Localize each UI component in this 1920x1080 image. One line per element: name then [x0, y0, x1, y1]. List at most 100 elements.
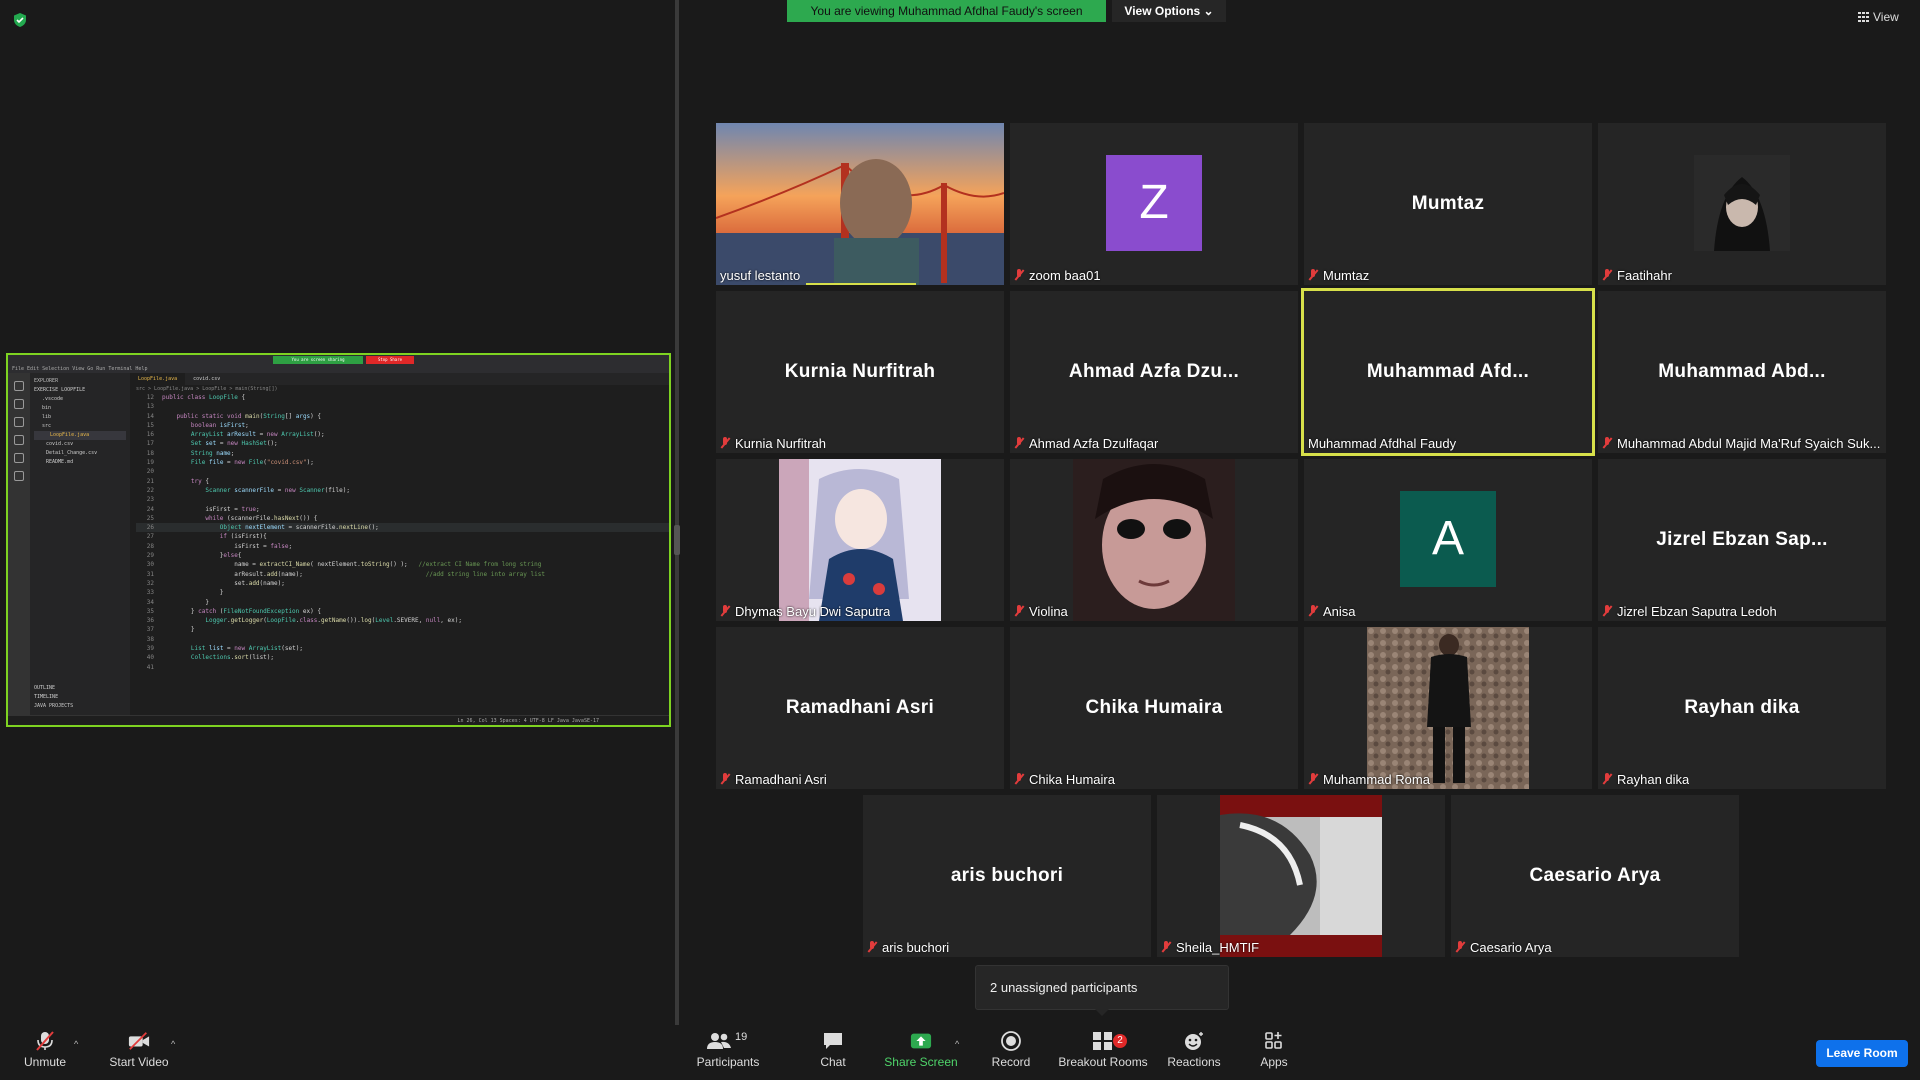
video-tile-zoom-baa01[interactable]: Z zoom baa01	[1010, 123, 1298, 285]
participant-display-name: Muhammad Afd...	[1366, 361, 1530, 382]
video-tile-ramadhani[interactable]: Ramadhani Asri Ramadhani Asri	[716, 627, 1004, 789]
participant-name: yusuf lestanto	[720, 268, 801, 283]
reactions-button[interactable]: Reactions	[1164, 1031, 1224, 1069]
share-screen-button[interactable]: Share Screen	[882, 1031, 960, 1069]
video-tile-kurnia[interactable]: Kurnia Nurfitrah Kurnia Nurfitrah	[716, 291, 1004, 453]
participant-display-name: Chika Humaira	[1085, 697, 1223, 718]
vscode-menubar: File Edit Selection View Go Run Terminal…	[8, 365, 669, 373]
participant-name: Dhymas Bayu Dwi Saputra	[735, 604, 891, 619]
participants-button[interactable]: 19 Participants	[694, 1031, 762, 1069]
participant-display-name: Ahmad Azfa Dzu...	[1068, 361, 1240, 382]
chat-icon	[824, 1033, 842, 1049]
participant-name: Ahmad Azfa Dzulfaqar	[1029, 436, 1159, 451]
view-button[interactable]: View	[1858, 10, 1899, 24]
video-tile-sheila[interactable]: Sheila_HMTIF	[1157, 795, 1445, 957]
video-tile-aris[interactable]: aris buchori aris buchori	[863, 795, 1151, 957]
muted-mic-icon	[1602, 773, 1612, 786]
participant-name: Chika Humaira	[1029, 772, 1115, 787]
participant-name: Rayhan dika	[1617, 772, 1690, 787]
shared-screen-content[interactable]: You are screen sharing Stop Share File E…	[6, 353, 671, 727]
unassigned-participants-tooltip: 2 unassigned participants	[975, 965, 1229, 1016]
participant-name: Muhammad Abdul Majid Ma'Ruf Syaich Suk..…	[1617, 436, 1881, 451]
leave-room-button[interactable]: Leave Room	[1816, 1040, 1908, 1067]
muted-mic-icon	[1602, 437, 1612, 450]
vscode-explorer: EXPLORER EXERCISE LOOPFILE .vscode bin l…	[30, 373, 130, 715]
shield-icon	[14, 13, 26, 27]
participant-name: Muhammad Afdhal Faudy	[1308, 436, 1457, 451]
vscode-code: 12 public class LoopFile { 13 14 public s…	[130, 393, 669, 672]
avatar	[1367, 627, 1529, 789]
participant-name: Sheila_HMTIF	[1176, 940, 1260, 955]
muted-mic-icon	[1014, 605, 1024, 618]
video-tile-mumtaz[interactable]: Mumtaz Mumtaz	[1304, 123, 1592, 285]
muted-mic-icon	[1161, 941, 1171, 954]
video-tile-jizrel[interactable]: Jizrel Ebzan Sap... Jizrel Ebzan Saputra…	[1598, 459, 1886, 621]
participant-name: Anisa	[1323, 604, 1356, 619]
muted-mic-icon	[1308, 269, 1318, 282]
video-tile-chika[interactable]: Chika Humaira Chika Humaira	[1010, 627, 1298, 789]
muted-mic-icon	[36, 1031, 54, 1051]
muted-mic-icon	[1602, 605, 1612, 618]
video-tile-ahmad[interactable]: Ahmad Azfa Dzu... Ahmad Azfa Dzulfaqar	[1010, 291, 1298, 453]
avatar	[1694, 155, 1790, 251]
avatar	[779, 459, 941, 621]
start-video-button[interactable]: Start Video	[104, 1031, 174, 1069]
participant-name: Muhammad Roma	[1323, 772, 1430, 787]
participant-display-name: aris buchori	[950, 865, 1064, 886]
screen-sharing-indicator: You are screen sharing	[273, 356, 363, 364]
video-options-chevron-icon[interactable]: ^	[171, 1039, 175, 1049]
participant-name: Faatihahr	[1617, 268, 1672, 283]
participant-display-name: Mumtaz	[1411, 193, 1485, 214]
audio-options-chevron-icon[interactable]: ^	[74, 1039, 78, 1049]
participant-name: Mumtaz	[1323, 268, 1370, 283]
pane-divider[interactable]	[675, 0, 679, 1025]
breakout-rooms-button[interactable]: Breakout Rooms	[1058, 1031, 1148, 1069]
muted-mic-icon	[1014, 437, 1024, 450]
zoom-meeting-window: You are screen sharing Stop Share File E…	[0, 0, 1920, 1080]
muted-mic-icon	[720, 605, 730, 618]
participant-name: Caesario Arya	[1470, 940, 1552, 955]
meeting-toolbar: Unmute ^ Start Video ^ 19 Participants C…	[0, 1025, 1920, 1080]
muted-mic-icon	[1455, 941, 1465, 954]
participants-count: 19	[735, 1031, 748, 1043]
video-tile-caesario[interactable]: Caesario Arya Caesario Arya	[1451, 795, 1739, 957]
chat-button[interactable]: Chat	[808, 1031, 858, 1069]
grid-icon	[1858, 12, 1869, 22]
vscode-editor: LoopFile.java covid.csv src > LoopFile.ja…	[130, 373, 669, 715]
muted-mic-icon	[1308, 605, 1318, 618]
record-button[interactable]: Record	[986, 1031, 1036, 1069]
video-tile-afdhal-active-speaker[interactable]: Muhammad Afd... Muhammad Afdhal Faudy	[1301, 288, 1595, 456]
muted-mic-icon	[867, 941, 877, 954]
video-tile-abdul[interactable]: Muhammad Abd... Muhammad Abdul Majid Ma'…	[1598, 291, 1886, 453]
breakout-rooms-badge: 2	[1113, 1034, 1127, 1048]
video-tile-yusuf[interactable]: yusuf lestanto	[716, 123, 1004, 285]
muted-mic-icon	[1014, 269, 1024, 282]
view-options-button[interactable]: View Options ⌄	[1112, 0, 1226, 22]
muted-mic-icon	[1308, 773, 1318, 786]
participant-display-name: Kurnia Nurfitrah	[784, 361, 936, 382]
unmute-button[interactable]: Unmute	[18, 1031, 72, 1069]
participants-icon	[707, 1033, 731, 1049]
muted-mic-icon	[1602, 269, 1612, 282]
vscode-titlebar: You are screen sharing Stop Share	[8, 355, 669, 365]
participant-name: Violina	[1029, 604, 1068, 619]
yusuf-video-feed	[716, 123, 1004, 285]
video-tile-roma[interactable]: Muhammad Roma	[1304, 627, 1592, 789]
participant-name: zoom baa01	[1029, 268, 1101, 283]
video-tile-rayhan[interactable]: Rayhan dika Rayhan dika	[1598, 627, 1886, 789]
participant-name: Kurnia Nurfitrah	[735, 436, 827, 451]
video-tile-dhymas[interactable]: Dhymas Bayu Dwi Saputra	[716, 459, 1004, 621]
avatar	[1220, 795, 1382, 957]
muted-mic-icon	[720, 437, 730, 450]
video-tile-anisa[interactable]: A Anisa	[1304, 459, 1592, 621]
participant-name: Ramadhani Asri	[735, 772, 827, 787]
apps-button[interactable]: Apps	[1254, 1031, 1294, 1069]
share-options-chevron-icon[interactable]: ^	[955, 1039, 959, 1049]
video-tile-faatihahr[interactable]: Faatihahr	[1598, 123, 1886, 285]
vscode-tabs: LoopFile.java covid.csv	[130, 373, 669, 385]
video-tile-violina[interactable]: Violina	[1010, 459, 1298, 621]
muted-mic-icon	[720, 773, 730, 786]
pane-divider-handle[interactable]	[674, 525, 680, 555]
apps-icon	[1265, 1032, 1282, 1049]
share-screen-icon	[910, 1033, 932, 1049]
